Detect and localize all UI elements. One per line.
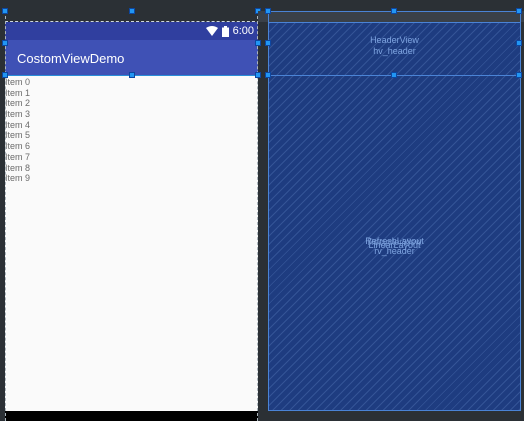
status-time: 6:00 bbox=[232, 25, 254, 37]
list-item[interactable]: Item 0 bbox=[5, 77, 258, 88]
blueprint-canvas[interactable]: RefreshLayout LinearLayout RecyclerView … bbox=[268, 22, 521, 411]
resize-handle[interactable] bbox=[2, 8, 8, 14]
item-list[interactable]: Item 0 Item 1 Item 2 Item 3 Item 4 Item … bbox=[5, 77, 258, 184]
list-item[interactable]: Item 8 bbox=[5, 163, 258, 174]
resize-handle[interactable] bbox=[2, 72, 8, 78]
app-bar[interactable]: CostomViewDemo bbox=[5, 40, 258, 76]
selection-top-edge bbox=[5, 21, 265, 22]
battery-icon bbox=[221, 25, 229, 37]
resize-handle[interactable] bbox=[516, 8, 522, 14]
list-item[interactable]: Item 2 bbox=[5, 98, 258, 109]
resize-handle[interactable] bbox=[265, 72, 271, 78]
resize-handle[interactable] bbox=[391, 8, 397, 14]
resize-handle[interactable] bbox=[265, 8, 271, 14]
wifi-icon bbox=[205, 26, 218, 36]
list-item[interactable]: Item 4 bbox=[5, 120, 258, 131]
list-item[interactable]: Item 3 bbox=[5, 109, 258, 120]
resize-handle[interactable] bbox=[516, 72, 522, 78]
list-item[interactable]: Item 9 bbox=[5, 173, 258, 184]
list-item[interactable]: Item 6 bbox=[5, 141, 258, 152]
status-bar: 6:00 bbox=[5, 22, 258, 40]
header-id-label: hv_header bbox=[373, 46, 416, 56]
list-item[interactable]: Item 5 bbox=[5, 130, 258, 141]
resize-handle[interactable] bbox=[2, 40, 8, 46]
resize-handle[interactable] bbox=[391, 72, 397, 78]
header-view-outline[interactable]: HeaderView hv_header bbox=[268, 11, 521, 76]
body-id-label: rv_header bbox=[374, 246, 415, 256]
status-icons: 6:00 bbox=[205, 24, 254, 38]
resize-handle[interactable] bbox=[516, 40, 522, 46]
list-item[interactable]: Item 1 bbox=[5, 88, 258, 99]
resize-handle[interactable] bbox=[255, 40, 261, 46]
resize-handle[interactable] bbox=[129, 72, 135, 78]
resize-handle[interactable] bbox=[129, 8, 135, 14]
resize-handle[interactable] bbox=[255, 72, 261, 78]
resize-handle[interactable] bbox=[265, 40, 271, 46]
app-title: CostomViewDemo bbox=[17, 51, 125, 66]
header-type-label: HeaderView bbox=[370, 35, 419, 45]
list-item[interactable]: Item 7 bbox=[5, 152, 258, 163]
navigation-bar bbox=[5, 411, 258, 421]
